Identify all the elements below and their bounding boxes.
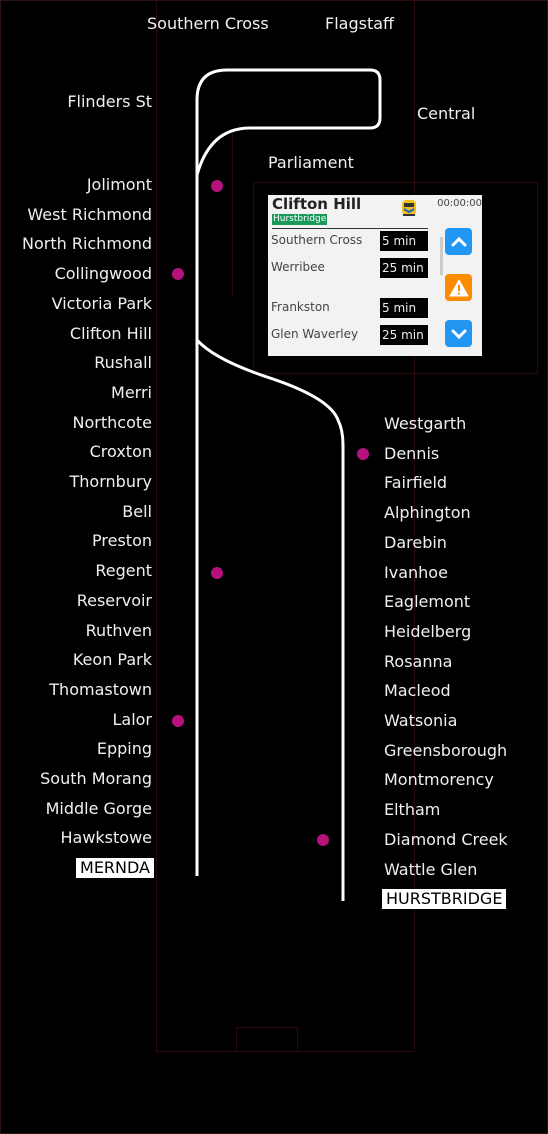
station-label[interactable]: Macleod — [384, 681, 451, 701]
station-flinders-st[interactable]: Flinders St — [67, 92, 152, 112]
train-marker[interactable] — [357, 448, 369, 460]
station-label[interactable]: Thornbury — [70, 472, 152, 492]
station-label[interactable]: Rosanna — [384, 652, 452, 672]
station-label[interactable]: Rushall — [94, 353, 152, 373]
station-label[interactable]: Eaglemont — [384, 592, 470, 612]
station-label[interactable]: Hawkstowe — [60, 828, 152, 848]
station-label[interactable]: Wattle Glen — [384, 860, 477, 880]
station-label[interactable]: Middle Gorge — [46, 799, 152, 819]
station-flagstaff[interactable]: Flagstaff — [325, 14, 394, 34]
station-label[interactable]: Collingwood — [55, 264, 152, 284]
station-label[interactable]: Fairfield — [384, 473, 447, 493]
station-label[interactable]: Lalor — [112, 710, 152, 730]
departure-eta: 5 min — [380, 298, 428, 318]
station-label[interactable]: Darebin — [384, 533, 447, 553]
station-label[interactable]: Keon Park — [73, 650, 152, 670]
station-label[interactable]: Ruthven — [86, 621, 152, 641]
station-label[interactable]: Epping — [97, 739, 152, 759]
train-marker[interactable] — [172, 715, 184, 727]
station-label[interactable]: Croxton — [90, 442, 152, 462]
station-label[interactable]: Jolimont — [87, 175, 152, 195]
station-central[interactable]: Central — [417, 104, 475, 124]
station-label[interactable]: Clifton Hill — [70, 324, 152, 344]
station-label[interactable]: Ivanhoe — [384, 563, 448, 583]
station-label[interactable]: Bell — [122, 502, 152, 522]
station-departures-panel: Clifton Hill Hurstbridge 00:00:00 Southe… — [268, 195, 482, 356]
terminus-hurstbridge[interactable]: HURSTBRIDGE — [382, 889, 507, 910]
train-marker[interactable] — [211, 567, 223, 579]
departure-eta: 5 min — [380, 231, 428, 251]
panel-clock: 00:00:00 — [437, 198, 482, 209]
station-label[interactable]: Watsonia — [384, 711, 457, 731]
track-hurstbridge-branch — [195, 338, 345, 901]
panel-scrollbar[interactable] — [440, 237, 443, 275]
scroll-down-button[interactable] — [445, 320, 472, 347]
station-label[interactable]: Greensborough — [384, 741, 507, 761]
departure-destination: Frankston — [271, 300, 330, 314]
station-southern-cross[interactable]: Southern Cross — [147, 14, 269, 34]
train-marker[interactable] — [172, 268, 184, 280]
departure-eta: 25 min — [380, 258, 428, 278]
station-label[interactable]: Westgarth — [384, 414, 466, 434]
station-label[interactable]: Victoria Park — [52, 294, 152, 314]
panel-line-badge: Hurstbridge — [272, 214, 328, 225]
train-marker[interactable] — [211, 180, 223, 192]
station-label[interactable]: Alphington — [384, 503, 471, 523]
train-marker[interactable] — [317, 834, 329, 846]
panel-station-name: Clifton Hill — [272, 195, 362, 213]
alert-button[interactable] — [445, 274, 472, 301]
chevron-down-icon — [451, 329, 466, 339]
station-label[interactable]: South Morang — [40, 769, 152, 789]
station-label[interactable]: Regent — [95, 561, 152, 581]
terminus-mernda[interactable]: MERNDA — [76, 858, 154, 879]
station-label[interactable]: Thomastown — [49, 680, 152, 700]
station-label[interactable]: Montmorency — [384, 770, 494, 790]
scroll-up-button[interactable] — [445, 228, 472, 255]
chevron-up-icon — [451, 236, 466, 246]
departure-destination: Werribee — [271, 260, 325, 274]
departure-destination: Glen Waverley — [271, 327, 359, 341]
station-label[interactable]: Dennis — [384, 444, 439, 464]
station-label[interactable]: Eltham — [384, 800, 440, 820]
station-label[interactable]: Preston — [92, 531, 152, 551]
station-parliament[interactable]: Parliament — [268, 153, 354, 173]
station-label[interactable]: Merri — [111, 383, 152, 403]
station-label[interactable]: Heidelberg — [384, 622, 471, 642]
train-icon — [401, 199, 417, 217]
warning-icon — [449, 279, 468, 296]
station-label[interactable]: North Richmond — [22, 234, 152, 254]
departure-destination: Southern Cross — [271, 233, 363, 247]
station-label[interactable]: Diamond Creek — [384, 830, 508, 850]
track-city-loop — [195, 68, 382, 876]
station-label[interactable]: Northcote — [73, 413, 152, 433]
station-label[interactable]: West Richmond — [27, 205, 152, 225]
panel-divider — [272, 228, 428, 229]
station-label[interactable]: Reservoir — [77, 591, 152, 611]
departure-eta: 25 min — [380, 325, 428, 345]
